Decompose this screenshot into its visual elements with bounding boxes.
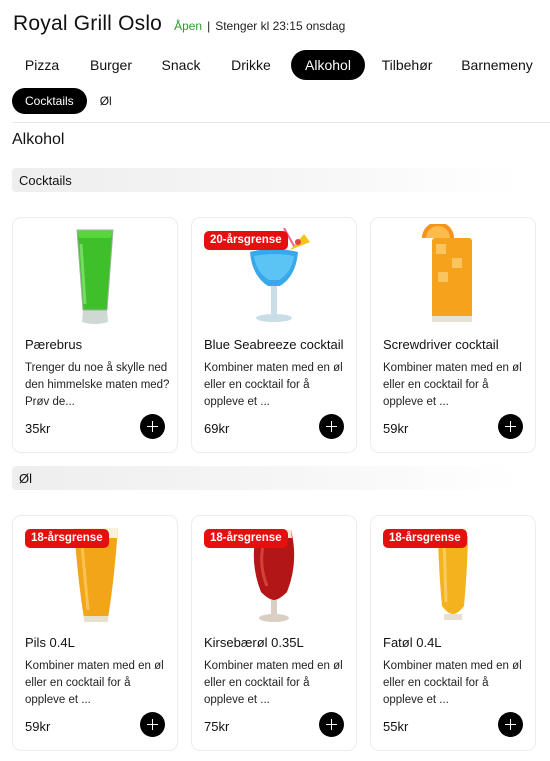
- product-card[interactable]: 18-årsgrense Fatøl 0.4L Kombiner maten m…: [370, 515, 536, 751]
- age-limit-badge: 18-årsgrense: [383, 529, 467, 548]
- product-description: Kombiner maten med en øl eller en cockta…: [204, 660, 343, 706]
- restaurant-header: Royal Grill Oslo Åpen | Stenger kl 23:15…: [13, 12, 345, 36]
- product-card[interactable]: 18-årsgrense Kirsebærøl 0.35L Kombiner m…: [191, 515, 357, 751]
- product-price: 55kr: [383, 719, 409, 734]
- add-to-cart-button[interactable]: [140, 414, 165, 439]
- product-price: 75kr: [204, 719, 230, 734]
- add-to-cart-button[interactable]: [498, 414, 523, 439]
- tab-burger[interactable]: Burger: [71, 50, 151, 80]
- add-to-cart-button[interactable]: [498, 712, 523, 737]
- tab-tilbehor[interactable]: Tilbehør: [365, 50, 449, 80]
- group-header-ol: Øl: [12, 466, 518, 490]
- add-to-cart-button[interactable]: [140, 712, 165, 737]
- product-name: Blue Seabreeze cocktail: [204, 337, 344, 352]
- product-description: Trenger du noe å skylle ned den himmelsk…: [25, 362, 170, 408]
- subtab-ol[interactable]: Øl: [87, 88, 125, 114]
- product-description: Kombiner maten med en øl eller en cockta…: [383, 362, 522, 408]
- tab-drikke[interactable]: Drikke: [211, 50, 291, 80]
- closing-time: Stenger kl 23:15 onsdag: [215, 19, 346, 33]
- tab-snack[interactable]: Snack: [151, 50, 211, 80]
- product-name: Kirsebærøl 0.35L: [204, 635, 304, 650]
- tab-alkohol[interactable]: Alkohol: [291, 50, 365, 80]
- section-title: Alkohol: [12, 131, 65, 148]
- product-name: Pærebrus: [25, 337, 83, 352]
- product-card[interactable]: Pærebrus Trenger du noe å skylle ned den…: [12, 217, 178, 453]
- restaurant-title: Royal Grill Oslo: [13, 12, 163, 35]
- product-description: Kombiner maten med en øl eller en cockta…: [204, 362, 343, 408]
- subcategory-tabs: Cocktails Øl: [12, 88, 125, 114]
- status-separator: |: [207, 19, 211, 33]
- category-tabs: Pizza Burger Snack Drikke Alkohol Tilbeh…: [13, 50, 545, 80]
- orange-cocktail-glass-icon: [371, 224, 535, 328]
- open-status: Åpen: [174, 19, 203, 33]
- product-card[interactable]: 20-årsgrense Blue Seabreeze cocktail Kom…: [191, 217, 357, 453]
- product-description: Kombiner maten med en øl eller en cockta…: [383, 660, 522, 706]
- product-name: Pils 0.4L: [25, 635, 75, 650]
- product-price: 59kr: [25, 719, 51, 734]
- group-header-cocktails: Cocktails: [12, 168, 518, 192]
- age-limit-badge: 18-årsgrense: [204, 529, 288, 548]
- tab-pizza[interactable]: Pizza: [13, 50, 71, 80]
- product-price: 59kr: [383, 421, 409, 436]
- age-limit-badge: 20-årsgrense: [204, 231, 288, 250]
- add-to-cart-button[interactable]: [319, 712, 344, 737]
- subtab-cocktails[interactable]: Cocktails: [12, 88, 87, 114]
- product-name: Fatøl 0.4L: [383, 635, 442, 650]
- product-price: 35kr: [25, 421, 51, 436]
- divider: [12, 122, 550, 123]
- age-limit-badge: 18-årsgrense: [25, 529, 109, 548]
- tab-barnemeny[interactable]: Barnemeny: [449, 50, 545, 80]
- product-card[interactable]: 18-årsgrense Pils 0.4L Kombiner maten me…: [12, 515, 178, 751]
- green-drink-glass-icon: [13, 224, 177, 328]
- product-price: 69kr: [204, 421, 230, 436]
- add-to-cart-button[interactable]: [319, 414, 344, 439]
- product-card[interactable]: Screwdriver cocktail Kombiner maten med …: [370, 217, 536, 453]
- product-description: Kombiner maten med en øl eller en cockta…: [25, 660, 164, 706]
- product-name: Screwdriver cocktail: [383, 337, 499, 352]
